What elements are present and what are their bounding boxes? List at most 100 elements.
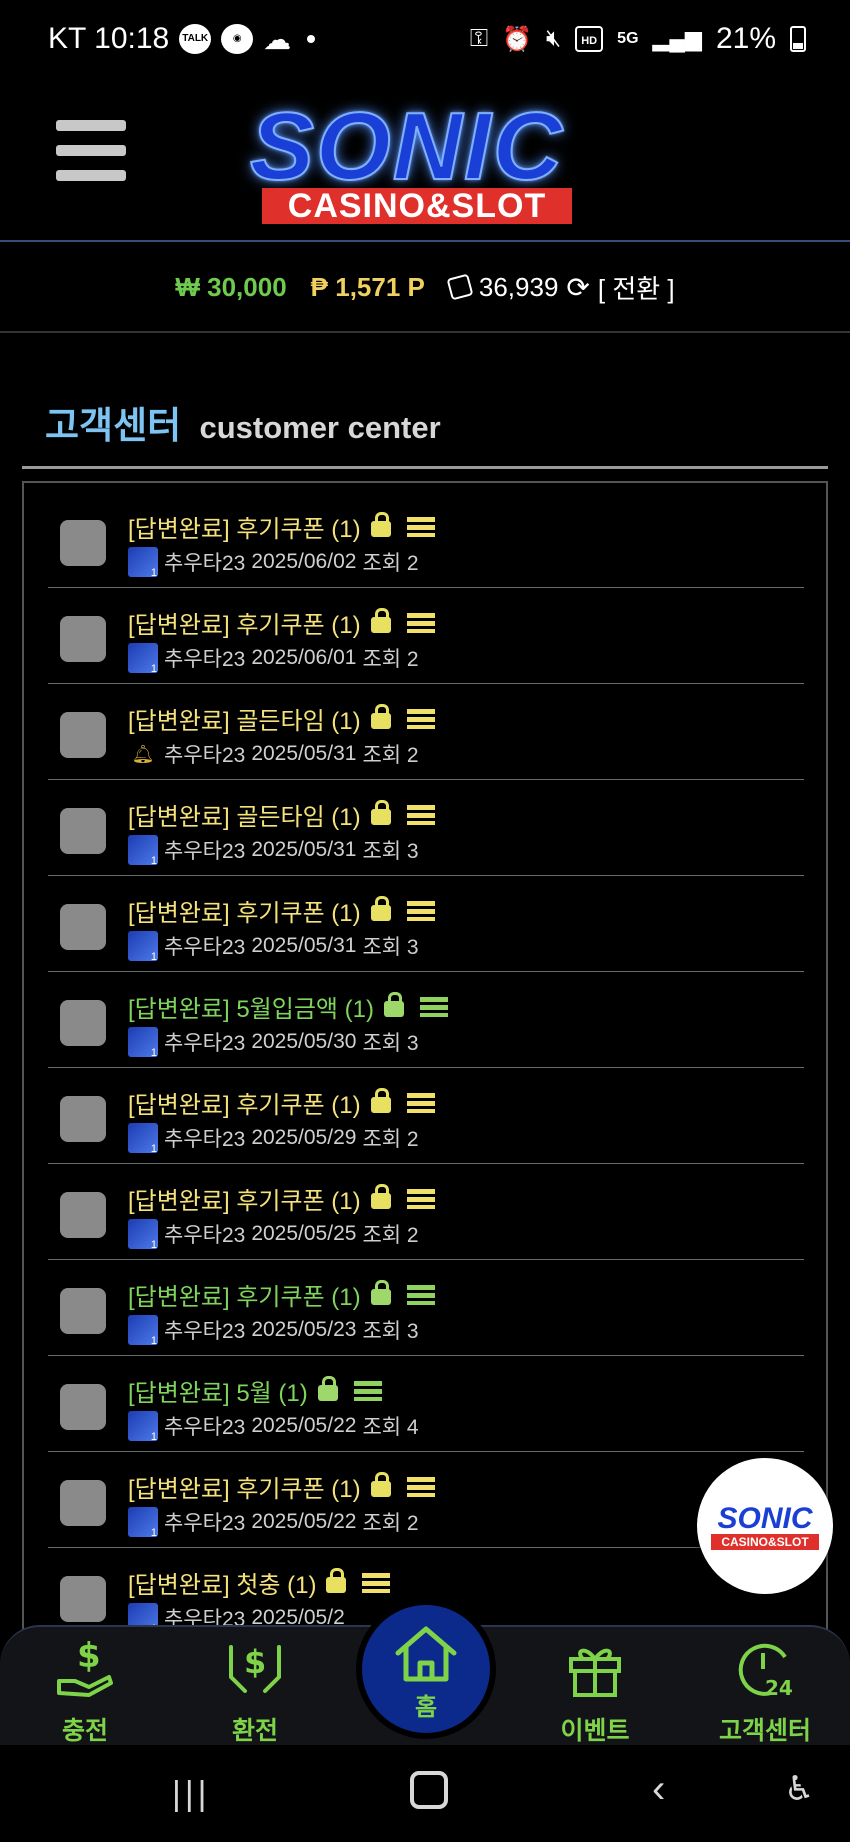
post-title-link[interactable]: [답변완료] 후기쿠폰 (1) <box>128 1277 435 1312</box>
key-icon: ⚿ <box>469 25 489 52</box>
post-checkbox[interactable] <box>60 520 106 566</box>
post-author: 추우타23 <box>164 1224 246 1247</box>
post-checkbox[interactable] <box>60 1480 106 1526</box>
post-title-link[interactable]: [답변완료] 첫충 (1) <box>128 1565 391 1600</box>
post-meta: 추우타232025/05/31조회 3 <box>128 835 419 867</box>
post-checkbox[interactable] <box>60 1288 106 1334</box>
post-meta: 추우타232025/05/30조회 3 <box>128 1027 419 1059</box>
post-views: 조회 2 <box>362 552 419 575</box>
list-icon <box>406 1284 435 1305</box>
post-author: 추우타23 <box>164 552 246 575</box>
post-checkbox[interactable] <box>60 808 106 854</box>
list-icon <box>406 900 435 921</box>
post-author: 추우타23 <box>164 1512 246 1535</box>
post-checkbox[interactable] <box>60 904 106 950</box>
list-icon <box>406 1476 435 1497</box>
post-row[interactable]: [답변완료] 후기쿠폰 (1) 추우타232025/05/29조회 2 <box>48 1067 804 1164</box>
post-views: 조회 2 <box>362 648 419 671</box>
floating-logo-title: SONIC <box>717 1502 813 1535</box>
avatar <box>128 1411 158 1443</box>
post-views: 조회 4 <box>362 1416 419 1439</box>
post-checkbox[interactable] <box>60 1576 106 1622</box>
nav-support[interactable]: 24 고객센터 <box>690 1627 840 1747</box>
avatar <box>128 643 158 675</box>
post-row[interactable]: [답변완료] 후기쿠폰 (1) 추우타232025/06/02조회 2 <box>48 491 804 588</box>
post-title-link[interactable]: [답변완료] 후기쿠폰 (1) <box>128 1181 435 1216</box>
post-title: [답변완료] 5월 (1) <box>128 1380 308 1407</box>
section-divider <box>22 466 828 469</box>
chip-balance-group: 36,939 ⟳ [ 전환 ] <box>446 269 675 306</box>
post-title: [답변완료] 후기쿠폰 (1) <box>128 516 361 543</box>
post-row[interactable]: [답변완료] 후기쿠폰 (1) 추우타232025/05/25조회 2 <box>48 1163 804 1260</box>
post-title-link[interactable]: [답변완료] 골든타임 (1) <box>128 701 435 736</box>
avatar <box>128 931 158 963</box>
nav-home[interactable]: 홈 <box>362 1605 490 1733</box>
post-author: 추우타23 <box>164 744 246 767</box>
site-header: SONIC CASINO&SLOT <box>0 80 850 242</box>
back-icon[interactable]: ‹ <box>652 1767 665 1812</box>
status-left: KT 10:18 TALK ◉ ☁ <box>48 22 316 56</box>
carrier-time: KT 10:18 <box>48 22 170 55</box>
alarm-icon: ⏰ <box>502 25 533 53</box>
lock-icon <box>326 1567 347 1593</box>
post-title-link[interactable]: [답변완료] 후기쿠폰 (1) <box>128 509 435 544</box>
lock-icon <box>370 895 391 921</box>
post-meta: 추우타232025/06/02조회 2 <box>128 547 419 579</box>
post-row[interactable]: [답변완료] 골든타임 (1) 🔔︎ 추우타23 2025/05/31 조회 2 <box>48 683 804 780</box>
post-row[interactable]: [답변완료] 5월입금액 (1) 추우타232025/05/30조회 3 <box>48 971 804 1068</box>
list-icon <box>362 1572 391 1593</box>
nav-charge[interactable]: $ 충전 <box>10 1627 160 1747</box>
post-row[interactable]: [답변완료] 5월 (1) 추우타232025/05/22조회 4 <box>48 1355 804 1452</box>
gift-icon <box>569 1648 621 1697</box>
site-logo[interactable]: SONIC CASINO&SLOT <box>240 92 610 227</box>
network-5g-icon: 5G <box>617 30 639 47</box>
post-row[interactable]: [답변완료] 골든타임 (1) 추우타232025/05/31조회 3 <box>48 779 804 876</box>
list-icon <box>406 804 435 825</box>
post-title-link[interactable]: [답변완료] 후기쿠폰 (1) <box>128 893 435 928</box>
post-title-link[interactable]: [답변완료] 골든타임 (1) <box>128 797 435 832</box>
post-date: 2025/05/29 <box>251 1126 357 1149</box>
post-views: 조회 3 <box>362 1032 419 1055</box>
post-views: 조회 3 <box>362 1320 419 1343</box>
recent-apps-icon[interactable]: ||| <box>172 1775 211 1814</box>
home-system-icon[interactable] <box>410 1771 448 1809</box>
post-title-link[interactable]: [답변완료] 5월입금액 (1) <box>128 989 448 1024</box>
floating-logo-button[interactable]: SONIC CASINO&SLOT <box>697 1458 833 1594</box>
accessibility-icon[interactable]: ♿︎ <box>784 1769 814 1809</box>
post-meta: 🔔︎ 추우타23 2025/05/31 조회 2 <box>128 739 419 769</box>
post-row[interactable]: [답변완료] 후기쿠폰 (1) 추우타232025/05/31조회 3 <box>48 875 804 972</box>
menu-hamburger-icon[interactable] <box>56 120 126 182</box>
won-balance: ₩ 30,000 <box>175 271 287 302</box>
post-row[interactable]: [답변완료] 후기쿠폰 (1) 추우타232025/05/22조회 2 <box>48 1451 804 1548</box>
post-title-link[interactable]: [답변완료] 5월 (1) <box>128 1373 382 1408</box>
post-views: 조회 2 <box>362 1224 419 1247</box>
post-checkbox[interactable] <box>60 1000 106 1046</box>
nav-exchange[interactable]: $ 환전 <box>180 1627 330 1747</box>
convert-button[interactable]: [ 전환 ] <box>598 269 675 306</box>
post-title-link[interactable]: [답변완료] 후기쿠폰 (1) <box>128 605 435 640</box>
post-checkbox[interactable] <box>60 712 106 758</box>
post-row[interactable]: [답변완료] 후기쿠폰 (1) 추우타232025/06/01조회 2 <box>48 587 804 684</box>
post-title-link[interactable]: [답변완료] 후기쿠폰 (1) <box>128 1085 435 1120</box>
post-meta: 추우타232025/05/23조회 3 <box>128 1315 419 1347</box>
post-meta: 추우타232025/05/22조회 2 <box>128 1507 419 1539</box>
post-date: 2025/05/31 <box>251 838 357 861</box>
page: KT 10:18 TALK ◉ ☁ ⚿ ⏰ 🔇︎ HD 5G ▂▄▆ 21% S… <box>0 0 850 1842</box>
post-title: [답변완료] 첫충 (1) <box>128 1572 317 1599</box>
post-title-link[interactable]: [답변완료] 후기쿠폰 (1) <box>128 1469 435 1504</box>
lock-icon <box>370 799 391 825</box>
floating-logo-subtitle: CASINO&SLOT <box>711 1534 819 1550</box>
nav-event[interactable]: 이벤트 <box>520 1627 670 1747</box>
post-date: 2025/05/22 <box>251 1510 357 1533</box>
lock-icon <box>370 1471 391 1497</box>
refresh-icon[interactable]: ⟳ <box>566 271 589 304</box>
exchange-icon: $ <box>229 1643 281 1693</box>
post-checkbox[interactable] <box>60 1192 106 1238</box>
lock-icon <box>370 1087 391 1113</box>
lock-icon <box>384 991 404 1017</box>
post-row[interactable]: [답변완료] 후기쿠폰 (1) 추우타232025/05/23조회 3 <box>48 1259 804 1356</box>
post-title: [답변완료] 후기쿠폰 (1) <box>128 1284 361 1311</box>
post-checkbox[interactable] <box>60 1384 106 1430</box>
post-checkbox[interactable] <box>60 616 106 662</box>
post-checkbox[interactable] <box>60 1096 106 1142</box>
